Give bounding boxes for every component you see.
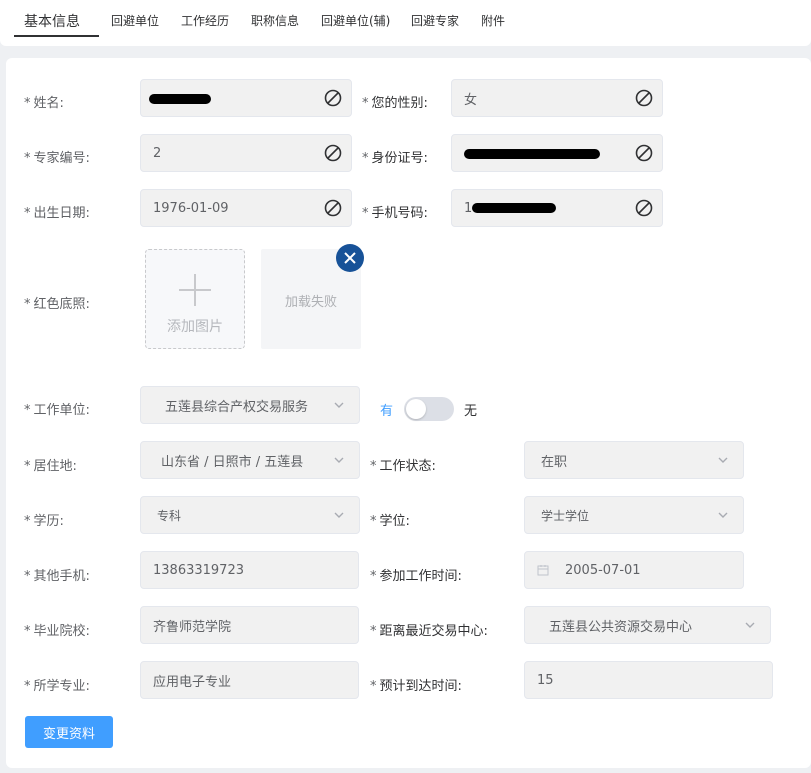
work-start-label: * 参加工作时间: (370, 569, 462, 584)
name-label: * 姓名: (24, 96, 64, 111)
major-field[interactable]: 应用电子专业 (140, 661, 359, 699)
disabled-icon (635, 199, 653, 217)
mobile-redaction (472, 203, 556, 213)
birth-date-label: * 出生日期: (24, 206, 90, 221)
nearest-center-label: * 距离最近交易中心: (370, 624, 488, 639)
other-phone-field[interactable]: 13863319723 (140, 551, 359, 589)
degree-select[interactable]: 学士学位 (524, 496, 744, 534)
gender-field[interactable]: 女 (451, 79, 663, 117)
disabled-icon (324, 199, 342, 217)
work-status-label: * 工作状态: (370, 459, 436, 474)
work-unit-label: * 工作单位: (24, 403, 90, 418)
switch-knob (406, 399, 426, 419)
chevron-down-icon (745, 622, 755, 628)
chevron-down-icon (718, 457, 728, 463)
disabled-icon (324, 144, 342, 162)
arrival-time-field[interactable]: 15 (524, 661, 773, 699)
tab-title-info[interactable]: 职称信息 (251, 12, 299, 29)
photo-uploader[interactable]: 添加图片 (145, 249, 245, 349)
nearest-center-select[interactable]: 五莲县公共资源交易中心 (524, 606, 771, 644)
switch-track[interactable] (404, 397, 454, 421)
id-number-label: * 身份证号: (362, 151, 428, 166)
work-start-date-picker[interactable]: 2005-07-01 (524, 551, 744, 589)
school-field[interactable]: 齐鲁师范学院 (140, 606, 359, 644)
calendar-icon (537, 565, 549, 576)
residence-cascader[interactable]: 山东省 / 日照市 / 五莲县 (140, 441, 360, 479)
active-tab-indicator (14, 35, 99, 37)
disabled-icon (635, 144, 653, 162)
id-number-redaction (464, 149, 600, 159)
name-redaction (149, 94, 211, 104)
name-field[interactable] (140, 79, 352, 117)
gender-label: * 您的性别: (362, 96, 428, 111)
id-number-field[interactable] (451, 134, 663, 172)
mobile-field[interactable]: 1 (451, 189, 663, 227)
tab-basic-info[interactable]: 基本信息 (24, 11, 80, 31)
chevron-down-icon (334, 402, 344, 408)
birth-date-field[interactable]: 1976-01-09 (140, 189, 352, 227)
disabled-icon (324, 89, 342, 107)
red-photo-label: * 红色底照: (24, 297, 90, 312)
chevron-down-icon (718, 512, 728, 518)
tab-avoid-units-aux[interactable]: 回避单位(辅) (321, 12, 390, 29)
tab-avoid-units[interactable]: 回避单位 (111, 12, 159, 29)
work-unit-select[interactable]: 五莲县综合产权交易服务 (140, 386, 360, 424)
education-select[interactable]: 专科 (140, 496, 360, 534)
expert-no-field[interactable]: 2 (140, 134, 352, 172)
work-status-select[interactable]: 在职 (524, 441, 744, 479)
switch-off-label: 无 (464, 404, 478, 419)
tab-work-history[interactable]: 工作经历 (181, 12, 229, 29)
major-label: * 所学专业: (24, 679, 90, 694)
school-label: * 毕业院校: (24, 624, 90, 639)
mobile-label: * 手机号码: (362, 206, 428, 221)
expert-no-label: * 专家编号: (24, 151, 90, 166)
upload-text: 添加图片 (167, 319, 223, 335)
tab-attachments[interactable]: 附件 (481, 12, 505, 29)
arrival-time-label: * 预计到达时间: (370, 679, 462, 694)
switch-on-label: 有 (380, 404, 394, 419)
residence-label: * 居住地: (24, 459, 77, 474)
education-label: * 学历: (24, 514, 64, 529)
chevron-down-icon (334, 457, 344, 463)
load-failed-text: 加载失败 (284, 295, 337, 310)
disabled-icon (635, 89, 653, 107)
chevron-down-icon (334, 512, 344, 518)
basic-info-form: * 姓名: * 您的性别: 女 * 专家编号: 2 * 身份证号: * 出生日期: 197… (6, 58, 811, 768)
close-icon (344, 252, 356, 264)
change-info-button[interactable]: 变更资料 (25, 716, 113, 748)
tab-bar: 基本信息 回避单位 工作经历 职称信息 回避单位(辅) 回避专家 附件 (0, 0, 811, 46)
tab-avoid-experts[interactable]: 回避专家 (411, 12, 459, 29)
degree-label: * 学位: (370, 514, 410, 529)
remove-photo-button[interactable] (336, 244, 364, 272)
plus-icon-bar (179, 289, 211, 291)
other-phone-label: * 其他手机: (24, 569, 90, 584)
